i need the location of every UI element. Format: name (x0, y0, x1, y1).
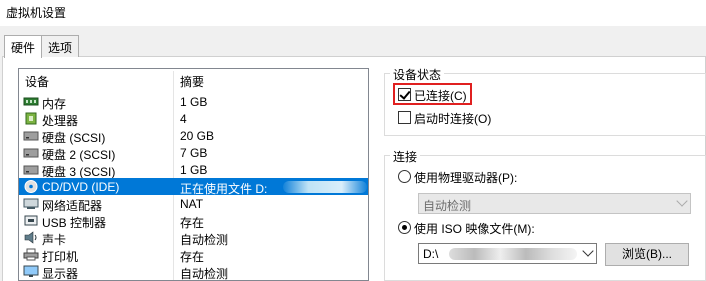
connected-label[interactable]: 已连接(C) (414, 87, 467, 104)
device-name: 显示器 (42, 267, 79, 281)
cpu-icon (25, 112, 37, 125)
device-row-cd-dvd[interactable]: CD/DVD (IDE) 正在使用文件 D: (19, 178, 368, 196)
cd-dvd-icon (24, 180, 38, 193)
device-row-harddisk-2[interactable]: 硬盘 2 (SCSI) 7 GB (19, 144, 368, 162)
window-title-bar: 虚拟机设置 (0, 0, 706, 26)
iso-image-radio[interactable] (398, 221, 411, 234)
tab-hardware-label: 硬件 (11, 41, 36, 55)
window-title: 虚拟机设置 (6, 6, 67, 20)
iso-path-value: D:\ (423, 247, 439, 261)
sound-card-icon (24, 231, 37, 244)
device-row-printer[interactable]: 打印机 存在 (19, 246, 368, 264)
tab-hardware[interactable]: 硬件 (4, 35, 43, 58)
device-row-harddisk-3[interactable]: 硬盘 3 (SCSI) 1 GB (19, 161, 368, 179)
redacted-iso-path (449, 248, 577, 260)
browse-button[interactable]: 浏览(B)... (605, 243, 689, 266)
device-summary: 1 GB (180, 95, 208, 109)
device-summary: NAT (180, 197, 204, 211)
device-list[interactable]: 设备 摘要 内存 1 GB 处理器 4 硬盘 (SCSI) 20 GB 硬盘 2… (18, 68, 369, 281)
tab-options-label: 选项 (48, 41, 73, 55)
harddisk-icon (23, 165, 39, 175)
chevron-down-icon (582, 245, 594, 257)
harddisk-icon (23, 148, 39, 158)
connected-checkbox[interactable] (398, 88, 411, 101)
printer-icon (23, 248, 39, 261)
browse-button-label: 浏览(B)... (622, 247, 672, 261)
connect-at-power-on-checkbox[interactable] (398, 111, 411, 124)
device-row-harddisk[interactable]: 硬盘 (SCSI) 20 GB (19, 127, 368, 145)
tab-options[interactable]: 选项 (41, 35, 80, 57)
network-adapter-icon (23, 198, 39, 209)
device-summary: 4 (180, 112, 187, 126)
iso-path-combo[interactable]: D:\ (418, 243, 597, 264)
physical-drive-select[interactable]: 自动检测 (418, 193, 691, 214)
device-row-network-adapter[interactable]: 网络适配器 NAT (19, 195, 368, 213)
device-row-sound-card[interactable]: 声卡 自动检测 (19, 229, 368, 247)
device-name: CD/DVD (IDE) (42, 180, 120, 194)
chevron-down-icon (676, 195, 688, 207)
physical-drive-label[interactable]: 使用物理驱动器(P): (414, 169, 517, 186)
display-icon (23, 265, 39, 277)
device-row-processor[interactable]: 处理器 4 (19, 110, 368, 128)
device-summary: 1 GB (180, 163, 208, 177)
redacted-path (283, 181, 367, 193)
connection-group-label: 连接 (390, 148, 421, 165)
connect-at-power-on-label[interactable]: 启动时连接(O) (414, 110, 491, 127)
device-row-usb-controller[interactable]: USB 控制器 存在 (19, 212, 368, 230)
device-row-display[interactable]: 显示器 自动检测 (19, 263, 368, 280)
device-summary: 20 GB (180, 129, 215, 143)
physical-drive-radio[interactable] (398, 170, 411, 183)
usb-icon (24, 215, 38, 226)
iso-image-label[interactable]: 使用 ISO 映像文件(M): (414, 220, 535, 237)
column-header-device[interactable]: 设备 (25, 73, 49, 90)
device-summary: 自动检测 (180, 267, 229, 281)
tab-strip: 硬件 选项 (4, 35, 80, 58)
physical-drive-select-value: 自动检测 (423, 199, 472, 213)
device-status-group-label: 设备状态 (390, 66, 445, 83)
device-summary: 7 GB (180, 146, 208, 160)
memory-icon (23, 97, 39, 106)
column-header-summary[interactable]: 摘要 (180, 73, 204, 90)
harddisk-icon (23, 131, 39, 141)
device-row-memory[interactable]: 内存 1 GB (19, 93, 368, 111)
device-list-header: 设备 摘要 (19, 69, 368, 91)
